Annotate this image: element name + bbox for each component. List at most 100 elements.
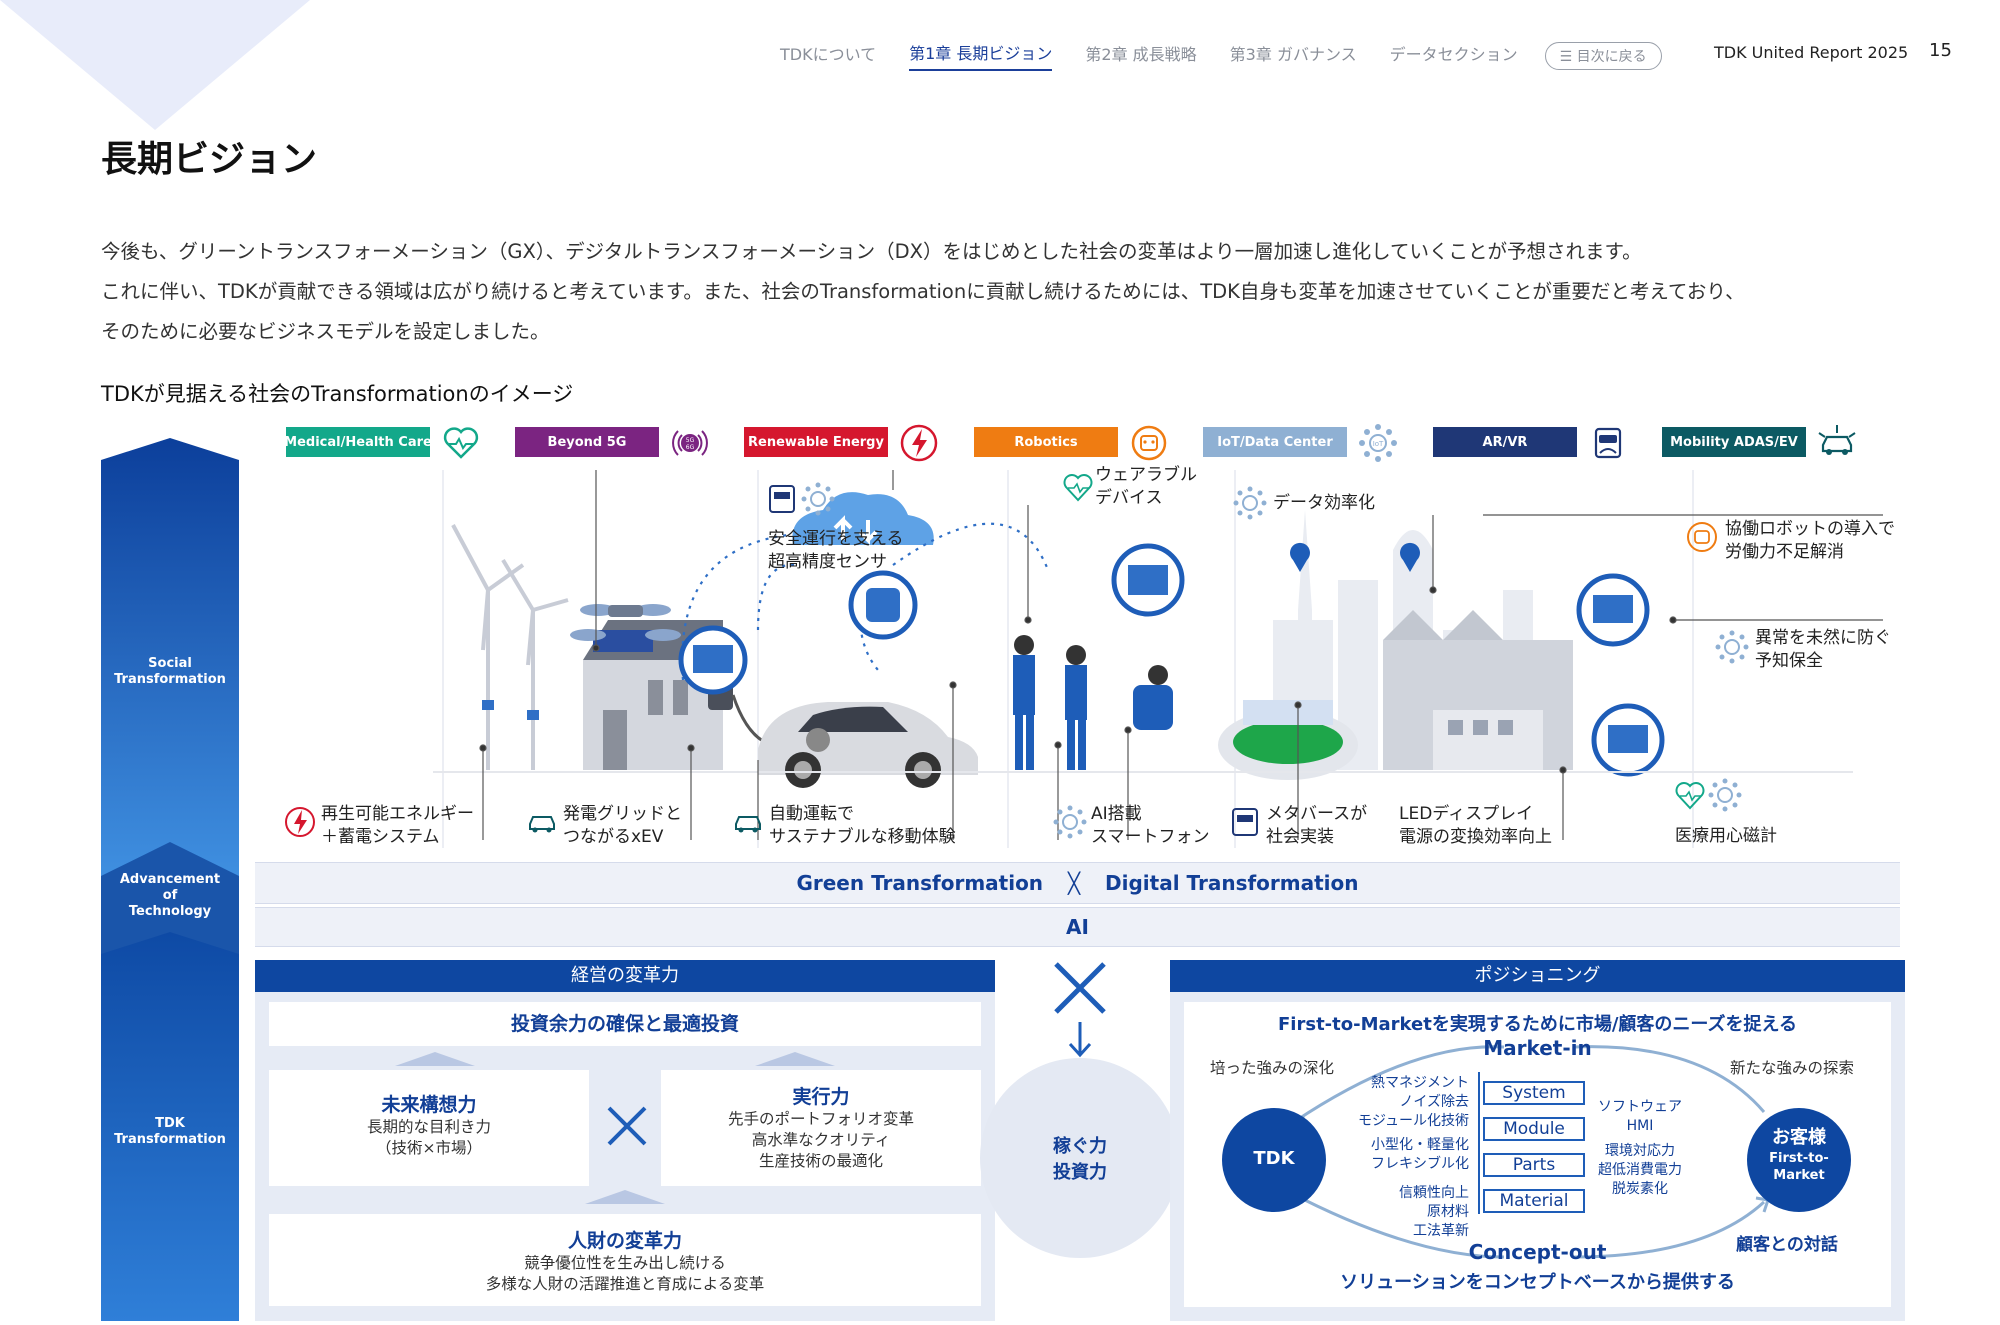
future-line: 長期的な目利き力 [366,1118,491,1136]
label-line: 安全運行を支える [768,529,904,549]
positioning-panel: First-to-Marketを実現するために市場/顧客のニーズを捉える Mar… [1170,992,1905,1321]
up-chevron [585,1190,665,1204]
hr-box: 人財の変革力 競争優位性を生み出し続ける 多様な人財の活躍推進と育成による変革 [269,1214,981,1306]
right-item: HMI [1626,1118,1654,1134]
category-iot: IoT/Data Center [1203,427,1347,457]
label-line: 予知保全 [1755,651,1823,671]
level-module: Module [1503,1119,1565,1139]
corner-decoration [0,0,310,130]
category-label: Medical/Health Care [284,434,432,450]
iot-network-icon [1053,805,1087,839]
iot-network-icon [1715,630,1749,664]
label-line: 医療用心磁計 [1675,826,1777,846]
category-arvr: AR/VR [1433,427,1577,457]
grid-xev-label: 発電グリッドと つながるxEV [563,803,682,849]
renewable-label: 再生可能エネルギー ＋蓄電システム [321,803,474,849]
label-line: デバイス [1095,488,1163,508]
iot-network-icon: IoT [1359,424,1397,462]
invest-box: 投資余力の確保と最適投資 [269,1002,981,1046]
label-line: Transformation [114,1132,226,1147]
label-line: サステナブルな移動体験 [769,827,956,847]
right-item: 環境対応力 [1605,1143,1675,1159]
hr-line: 多様な人財の活躍推進と育成による変革 [485,1275,765,1293]
gx-dx-band: Green Transformation ╳ Digital Transform… [255,862,1900,904]
left-item: 工法革新 [1413,1223,1469,1239]
category-label: Renewable Energy [748,434,884,450]
customer-line: Market [1773,1168,1825,1183]
social-transformation-label: Social Transformation [101,656,239,688]
label-line: 協働ロボットの導入で [1725,519,1895,539]
execution-title: 実行力 [792,1086,850,1108]
nav-chapter3[interactable]: 第3章 ガバナンス [1230,41,1357,70]
metaverse-label: メタバースが 社会実装 [1266,803,1367,849]
antenna-5g-6g-icon: 5G6G [672,430,708,456]
label-line: 発電グリッドと [563,804,682,824]
right-item: 脱炭素化 [1612,1181,1668,1197]
future-line: （技術×市場） [376,1139,482,1157]
robot-head-icon [1131,425,1167,461]
positioning-bottom-text: ソリューションをコンセプトベースから提供する [1340,1272,1735,1293]
positioning-box: First-to-Marketを実現するために市場/顧客のニーズを捉える Mar… [1184,1002,1891,1307]
left-item: 小型化・軽量化 [1371,1137,1469,1153]
nav-chapter1[interactable]: 第1章 長期ビジョン [909,40,1053,71]
intro-text: 今後も、グリーントランスフォーメーション（GX）、デジタルトランスフォーメーショ… [101,232,1901,352]
label-line: 労働力不足解消 [1725,542,1844,562]
left-item: モジュール化技術 [1357,1113,1469,1129]
label-line: AI搭載 [1091,804,1142,824]
label-line: ＋蓄電システム [321,827,440,847]
nav-about[interactable]: TDKについて [780,41,876,70]
left-items-upper: 熱マネジメント ノイズ除去 モジュール化技術 [1358,1074,1469,1131]
customer-circle-label: お客様 First-to- Market [1747,1126,1851,1184]
positioning-top-text: First-to-Marketを実現するために市場/顧客のニーズを捉える [1278,1014,1797,1035]
cobot-label: 協働ロボットの導入で 労働力不足解消 [1725,518,1895,564]
center-line: 投資力 [1053,1162,1107,1183]
gx-label: Green Transformation [796,871,1044,895]
category-label: AR/VR [1482,434,1528,450]
category-beyond5g: Beyond 5G [515,427,659,457]
category-label: Robotics [1014,434,1078,450]
intro-line: これに伴い、TDKが貢献できる領域は広がり続けると考えています。また、社会のTr… [101,280,1745,303]
dx-label: Digital Transformation [1105,871,1359,895]
top-navigation: TDKについて 第1章 長期ビジョン 第2章 成長戦略 第3章 ガバナンス デー… [780,40,1662,71]
lightning-icon [900,424,938,462]
left-item: 原材料 [1427,1204,1469,1220]
label-line: スマートフォン [1091,827,1210,847]
label-line: Advancement [119,872,221,887]
transformation-arrow-column: Social Transformation Advancement of Tec… [101,438,239,1321]
execution-line: 先手のポートフォリオ変革 [727,1110,914,1128]
label-line: つながるxEV [563,827,664,847]
right-item: ソフトウェア [1598,1099,1682,1115]
nav-chapter2[interactable]: 第2章 成長戦略 [1085,41,1196,70]
connected-car-icon [1818,425,1856,455]
heart-pulse-icon [1063,474,1093,502]
label-line: 電源の変換効率向上 [1399,827,1552,847]
advancement-label: Advancement of Technology [101,872,239,920]
up-chevrons [395,1052,835,1066]
label-line: ウェアラブル [1095,465,1197,485]
data-efficiency-label: データ効率化 [1273,492,1375,515]
intro-line: そのために必要なビジネスモデルを設定しました。 [101,320,550,343]
back-to-toc-button[interactable]: ☰ 目次に戻る [1544,41,1662,70]
category-label: Beyond 5G [547,434,627,450]
wearable-label: ウェアラブル デバイス [1095,464,1197,510]
future-title: 未来構想力 [381,1094,477,1116]
predictive-maintenance-label: 異常を未然に防ぐ 予知保全 [1755,627,1891,673]
heart-pulse-icon [1675,782,1705,810]
vr-headset-icon [1232,808,1258,836]
left-items-lower: 信頼性向上 原材料 工法革新 [1399,1184,1469,1241]
iot-network-icon [1233,486,1267,520]
society-illustration: 安全運行を支える 超高精度センサ ウェアラブル デバイス データ効率化 協働ロボ… [253,465,1895,850]
label-line: of [162,888,178,903]
left-item: 信頼性向上 [1399,1185,1469,1201]
management-header: 経営の変革力 [255,960,995,992]
intro-line: 今後も、グリーントランスフォーメーション（GX）、デジタルトランスフォーメーショ… [101,240,1642,263]
nav-data-section[interactable]: データセクション [1390,41,1518,70]
ai-phone-label: AI搭載 スマートフォン [1091,803,1210,849]
left-item: フレキシブル化 [1371,1156,1469,1172]
future-vision-box: 未来構想力 長期的な目利き力 （技術×市場） [269,1070,589,1186]
execution-box: 実行力 先手のポートフォリオ変革 高水準なクオリティ 生産技術の最適化 [661,1070,981,1186]
hr-line: 競争優位性を生み出し続ける [524,1254,726,1272]
heart-pulse-icon [443,427,479,459]
label-line: Technology [128,904,212,919]
label-line: Transformation [114,672,226,687]
